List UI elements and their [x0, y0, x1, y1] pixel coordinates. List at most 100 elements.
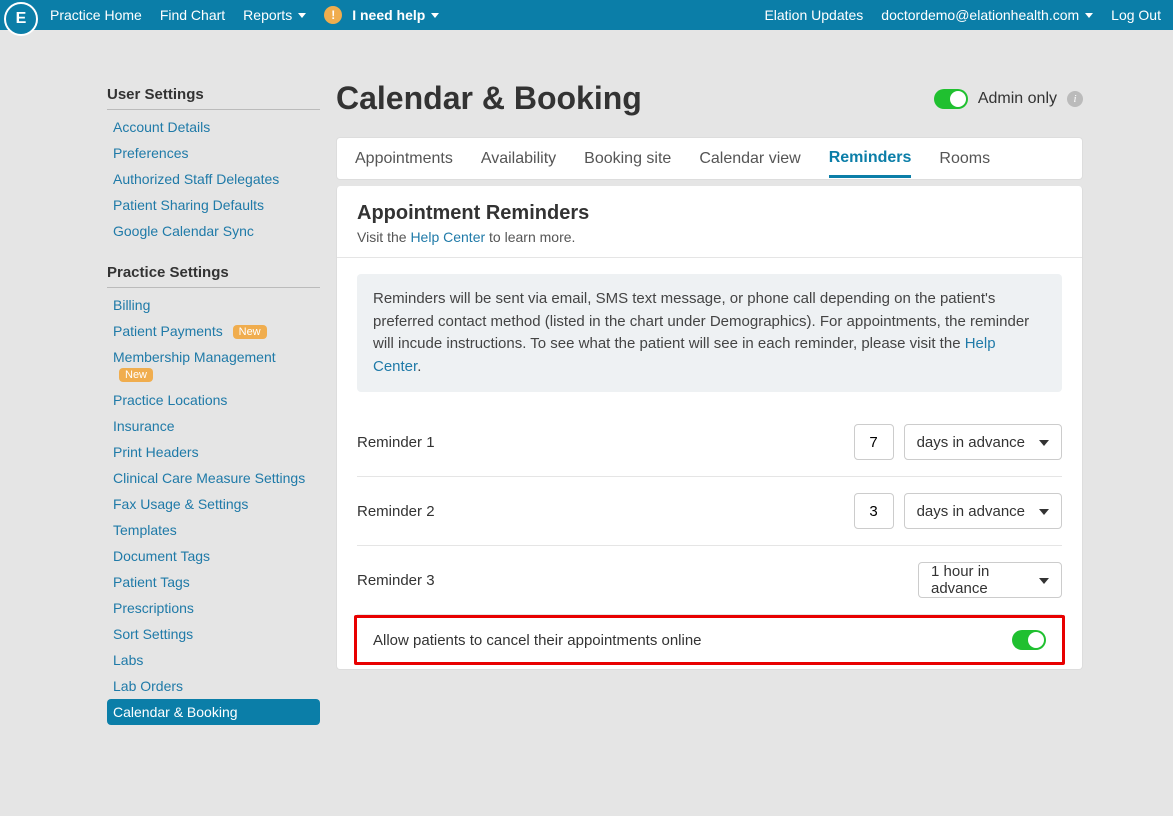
- reminders-card: Appointment Reminders Visit the Help Cen…: [336, 186, 1083, 670]
- sidebar-item-preferences[interactable]: Preferences: [107, 140, 320, 166]
- admin-only-toggle-row: Admin only i: [934, 89, 1083, 109]
- sidebar-item-label: Labs: [113, 652, 143, 668]
- reminder-label: Reminder 2: [357, 503, 854, 520]
- sidebar-item-fax-usage[interactable]: Fax Usage & Settings: [107, 491, 320, 517]
- sidebar-item-label: Patient Sharing Defaults: [113, 197, 264, 213]
- sidebar-item-patient-sharing[interactable]: Patient Sharing Defaults: [107, 192, 320, 218]
- sidebar-item-print-headers[interactable]: Print Headers: [107, 439, 320, 465]
- page-title: Calendar & Booking: [336, 80, 934, 117]
- sidebar-item-google-cal-sync[interactable]: Google Calendar Sync: [107, 218, 320, 244]
- sidebar-item-account-details[interactable]: Account Details: [107, 114, 320, 140]
- sidebar-section-user: User Settings: [107, 80, 320, 110]
- sidebar-item-calendar-booking[interactable]: Calendar & Booking: [107, 699, 320, 725]
- tab-availability[interactable]: Availability: [481, 140, 556, 178]
- new-badge: New: [119, 368, 153, 382]
- chevron-down-icon: [431, 13, 439, 18]
- allow-cancel-toggle[interactable]: [1012, 630, 1046, 650]
- sidebar-item-patient-payments[interactable]: Patient Payments New: [107, 318, 320, 344]
- sidebar-item-label: Membership Management: [113, 349, 276, 365]
- notice-post: .: [417, 358, 421, 375]
- nav-account-email: doctordemo@elationhealth.com: [881, 7, 1079, 23]
- sidebar-item-lab-orders[interactable]: Lab Orders: [107, 673, 320, 699]
- reminder-notice: Reminders will be sent via email, SMS te…: [357, 274, 1062, 392]
- notice-text: Reminders will be sent via email, SMS te…: [373, 290, 1029, 352]
- reminder-label: Reminder 3: [357, 572, 918, 589]
- sidebar-item-label: Print Headers: [113, 444, 199, 460]
- top-nav: E Practice Home Find Chart Reports ! I n…: [0, 0, 1173, 30]
- admin-only-toggle[interactable]: [934, 89, 968, 109]
- sidebar-item-insurance[interactable]: Insurance: [107, 413, 320, 439]
- main-content: Calendar & Booking Admin only i Appointm…: [320, 80, 1173, 670]
- select-value: 1 hour in advance: [931, 563, 1025, 597]
- select-value: days in advance: [917, 434, 1025, 451]
- sidebar-item-label: Preferences: [113, 145, 188, 161]
- reminder-2-value-input[interactable]: [854, 493, 894, 529]
- sidebar-section-practice: Practice Settings: [107, 258, 320, 288]
- sidebar-item-document-tags[interactable]: Document Tags: [107, 543, 320, 569]
- settings-sidebar: User Settings Account Details Preference…: [0, 80, 320, 739]
- alert-icon: !: [324, 6, 342, 24]
- sidebar-item-sort-settings[interactable]: Sort Settings: [107, 621, 320, 647]
- sidebar-item-label: Practice Locations: [113, 392, 227, 408]
- reminder-label: Reminder 1: [357, 434, 854, 451]
- sidebar-item-membership-mgmt[interactable]: Membership Management New: [107, 344, 320, 386]
- nav-reports[interactable]: Reports: [243, 7, 306, 23]
- reminder-row-1: Reminder 1 days in advance: [357, 408, 1062, 477]
- help-center-link[interactable]: Help Center: [410, 229, 485, 245]
- sub-pre: Visit the: [357, 229, 410, 245]
- sidebar-item-patient-tags[interactable]: Patient Tags: [107, 569, 320, 595]
- sidebar-item-label: Billing: [113, 297, 150, 313]
- nav-account-menu[interactable]: doctordemo@elationhealth.com: [881, 7, 1093, 23]
- sidebar-item-labs[interactable]: Labs: [107, 647, 320, 673]
- sidebar-item-label: Lab Orders: [113, 678, 183, 694]
- tab-reminders[interactable]: Reminders: [829, 139, 912, 178]
- tab-booking-site[interactable]: Booking site: [584, 140, 671, 178]
- app-logo[interactable]: E: [4, 2, 38, 36]
- admin-only-label: Admin only: [978, 90, 1057, 108]
- reminder-1-unit-select[interactable]: days in advance: [904, 424, 1062, 460]
- sidebar-item-authorized-staff[interactable]: Authorized Staff Delegates: [107, 166, 320, 192]
- sidebar-item-label: Clinical Care Measure Settings: [113, 470, 305, 486]
- nav-find-chart[interactable]: Find Chart: [160, 7, 225, 23]
- new-badge: New: [233, 325, 267, 339]
- sidebar-item-label: Patient Tags: [113, 574, 190, 590]
- sidebar-item-templates[interactable]: Templates: [107, 517, 320, 543]
- nav-practice-home[interactable]: Practice Home: [50, 7, 142, 23]
- sidebar-item-label: Templates: [113, 522, 177, 538]
- sidebar-item-label: Authorized Staff Delegates: [113, 171, 279, 187]
- allow-cancel-label: Allow patients to cancel their appointme…: [373, 632, 1012, 649]
- sidebar-item-prescriptions[interactable]: Prescriptions: [107, 595, 320, 621]
- sidebar-item-practice-locations[interactable]: Practice Locations: [107, 387, 320, 413]
- card-subtitle: Visit the Help Center to learn more.: [357, 229, 1062, 245]
- nav-help-label: I need help: [352, 7, 425, 23]
- sidebar-item-label: Patient Payments: [113, 323, 223, 339]
- reminder-2-unit-select[interactable]: days in advance: [904, 493, 1062, 529]
- tab-appointments[interactable]: Appointments: [355, 140, 453, 178]
- nav-help[interactable]: ! I need help: [324, 6, 439, 24]
- sidebar-item-label: Insurance: [113, 418, 174, 434]
- info-icon[interactable]: i: [1067, 91, 1083, 107]
- chevron-down-icon: [1085, 13, 1093, 18]
- sidebar-item-label: Account Details: [113, 119, 210, 135]
- sub-post: to learn more.: [485, 229, 575, 245]
- select-value: days in advance: [917, 503, 1025, 520]
- nav-elation-updates[interactable]: Elation Updates: [764, 7, 863, 23]
- nav-reports-label: Reports: [243, 7, 292, 23]
- sidebar-item-billing[interactable]: Billing: [107, 292, 320, 318]
- chevron-down-icon: [1039, 509, 1049, 515]
- card-title: Appointment Reminders: [357, 202, 1062, 225]
- sidebar-item-label: Prescriptions: [113, 600, 194, 616]
- nav-logout[interactable]: Log Out: [1111, 7, 1161, 23]
- chevron-down-icon: [1039, 578, 1049, 584]
- reminder-3-unit-select[interactable]: 1 hour in advance: [918, 562, 1062, 598]
- sidebar-item-label: Fax Usage & Settings: [113, 496, 248, 512]
- tab-calendar-view[interactable]: Calendar view: [699, 140, 800, 178]
- chevron-down-icon: [298, 13, 306, 18]
- allow-cancel-row: Allow patients to cancel their appointme…: [354, 615, 1065, 665]
- sidebar-item-label: Document Tags: [113, 548, 210, 564]
- tab-rooms[interactable]: Rooms: [939, 140, 990, 178]
- reminder-row-2: Reminder 2 days in advance: [357, 477, 1062, 546]
- sidebar-item-label: Calendar & Booking: [113, 704, 238, 720]
- sidebar-item-clinical-care[interactable]: Clinical Care Measure Settings: [107, 465, 320, 491]
- reminder-1-value-input[interactable]: [854, 424, 894, 460]
